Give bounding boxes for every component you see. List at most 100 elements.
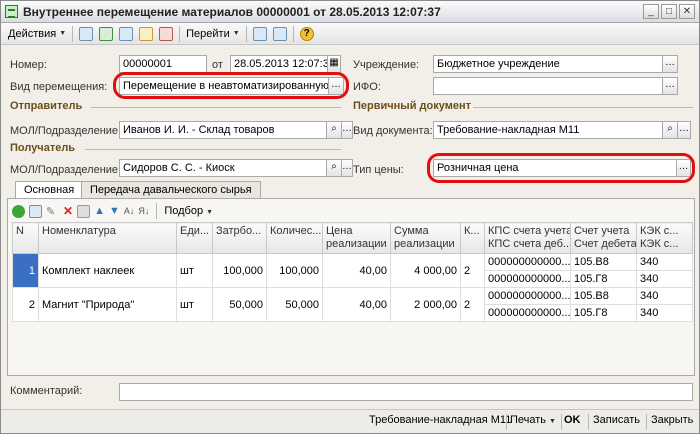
report-button[interactable] [270, 25, 290, 43]
sum-cell[interactable]: 4 000,00 [390, 253, 461, 288]
column-header[interactable]: КПС счета учета КПС счета деб... [484, 222, 571, 254]
debit-account-cell[interactable]: 105.Г8 [570, 304, 637, 322]
delete-icon[interactable]: ✕ [63, 204, 73, 218]
unit-cell[interactable]: шт [176, 253, 213, 288]
sender-mol-field[interactable]: Иванов И. И. - Склад товаров [119, 121, 327, 139]
edit-icon[interactable]: ✎ [46, 205, 59, 218]
kek-debit-cell[interactable]: 340 [636, 304, 693, 322]
close-button[interactable]: Закрыть [651, 414, 693, 426]
add-copy-icon[interactable] [29, 204, 42, 218]
section-divider [85, 149, 341, 150]
selection-menu[interactable]: Подбор ▼ [164, 205, 213, 217]
kps-debit-cell[interactable]: 000000000000... [484, 304, 571, 322]
document-icon [5, 5, 18, 18]
number-field[interactable]: 00000001 [119, 55, 207, 73]
row-number-cell[interactable]: 2 [12, 287, 39, 322]
sort-desc-icon[interactable]: Я↓ [138, 206, 149, 216]
k-cell[interactable]: 2 [460, 287, 485, 322]
column-header[interactable]: Счет учета Счет дебета [570, 222, 637, 254]
column-header[interactable]: К... [460, 222, 485, 254]
search-icon[interactable]: ⌕ [662, 121, 678, 139]
ellipsis-icon[interactable]: … [677, 121, 691, 139]
search-icon[interactable]: ⌕ [326, 121, 342, 139]
ellipsis-icon[interactable]: … [662, 55, 678, 73]
minimize-button[interactable]: _ [643, 4, 659, 19]
move-up-icon[interactable]: ▲ [94, 205, 105, 217]
toolbar-separator [245, 25, 247, 42]
institution-field[interactable]: Бюджетное учреждение [433, 55, 663, 73]
receiver-mol-field[interactable]: Сидоров С. С. - Киоск [119, 159, 327, 177]
debit-account-cell[interactable]: 105.Г8 [570, 270, 637, 288]
copy-button[interactable] [156, 25, 176, 43]
ok-button[interactable]: OK [564, 414, 581, 426]
title-bar[interactable]: Внутреннее перемещение материалов 000000… [1, 1, 699, 23]
doc-type-field[interactable]: Требование-накладная М11 [433, 121, 663, 139]
bottom-bar: Требование-накладная М11 Печать ▼ OK Запи… [1, 409, 699, 433]
section-divider [91, 107, 341, 108]
items-table[interactable]: N Номенклатура Еди... Затрбо... Количес.… [12, 222, 693, 322]
table-row[interactable]: 1 Комплект наклеек шт 100,000 100,000 40… [12, 253, 693, 288]
nomenclature-cell[interactable]: Комплект наклеек [38, 253, 177, 288]
price-cell[interactable]: 40,00 [322, 287, 391, 322]
print-button[interactable]: Печать ▼ [510, 414, 556, 426]
tab-raw-material-transfer[interactable]: Передача давальческого сырья [81, 181, 261, 199]
cost-cell[interactable]: 100,000 [212, 253, 267, 288]
account-cell[interactable]: 105.В8 [570, 287, 637, 305]
chevron-down-icon: ▼ [59, 30, 67, 37]
calendar-icon[interactable]: ▦ [327, 55, 341, 73]
column-header[interactable]: Еди... [176, 222, 213, 254]
sum-cell[interactable]: 2 000,00 [390, 287, 461, 322]
nomenclature-cell[interactable]: Магнит "Природа" [38, 287, 177, 322]
ellipsis-icon[interactable]: … [341, 159, 353, 177]
column-header[interactable]: Затрбо... [212, 222, 267, 254]
column-header[interactable]: Количес... [266, 222, 323, 254]
comment-field[interactable] [119, 383, 693, 401]
kek-cell[interactable]: 340 [636, 253, 693, 271]
highlight-oval [113, 72, 349, 99]
cost-cell[interactable]: 50,000 [212, 287, 267, 322]
end-edit-icon[interactable] [77, 204, 91, 218]
ifo-label: ИФО: [353, 81, 381, 93]
kek-cell[interactable]: 340 [636, 287, 693, 305]
row-number-cell[interactable]: 1 [12, 253, 39, 288]
goto-menu[interactable]: Перейти ▼ [183, 25, 243, 43]
kps-cell[interactable]: 000000000000... [484, 253, 571, 271]
qty-cell[interactable]: 50,000 [266, 287, 323, 322]
column-header[interactable]: Сумма реализации [390, 222, 461, 254]
kps-debit-cell[interactable]: 000000000000... [484, 270, 571, 288]
column-header[interactable]: Цена реализации [322, 222, 391, 254]
price-type-label: Тип цены: [353, 164, 404, 176]
sort-asc-icon[interactable]: A↓ [124, 206, 135, 216]
ellipsis-icon[interactable]: … [341, 121, 353, 139]
column-header[interactable]: КЭК с... КЭК с... [636, 222, 693, 254]
kps-cell[interactable]: 000000000000... [484, 287, 571, 305]
print-form-button[interactable]: Требование-накладная М11 [369, 414, 511, 426]
close-window-button[interactable]: ✕ [679, 4, 695, 19]
qty-cell[interactable]: 100,000 [266, 253, 323, 288]
post-button[interactable] [96, 25, 116, 43]
maximize-button[interactable]: □ [661, 4, 677, 19]
add-row-icon[interactable] [12, 204, 25, 218]
k-cell[interactable]: 2 [460, 253, 485, 288]
unit-cell[interactable]: шт [176, 287, 213, 322]
kek-debit-cell[interactable]: 340 [636, 270, 693, 288]
account-cell[interactable]: 105.В8 [570, 253, 637, 271]
table-row[interactable]: 2 Магнит "Природа" шт 50,000 50,000 40,0… [12, 287, 693, 322]
ifo-field[interactable] [433, 77, 663, 95]
documents-button[interactable] [136, 25, 156, 43]
column-header[interactable]: N [12, 222, 39, 254]
move-down-icon[interactable]: ▼ [109, 205, 120, 217]
column-header[interactable]: Номенклатура [38, 222, 177, 254]
post-and-close-button[interactable] [76, 25, 96, 43]
structure-button[interactable] [250, 25, 270, 43]
movements-button[interactable] [116, 25, 136, 43]
help-button[interactable]: ? [297, 25, 317, 43]
toolbar-separator [561, 414, 562, 430]
price-cell[interactable]: 40,00 [322, 253, 391, 288]
search-icon[interactable]: ⌕ [326, 159, 342, 177]
save-button[interactable]: Записать [593, 414, 640, 426]
ellipsis-icon[interactable]: … [662, 77, 678, 95]
actions-menu[interactable]: Действия ▼ [5, 25, 69, 43]
toolbar-separator [179, 25, 181, 42]
date-field[interactable]: 28.05.2013 12:07:37 [230, 55, 328, 73]
